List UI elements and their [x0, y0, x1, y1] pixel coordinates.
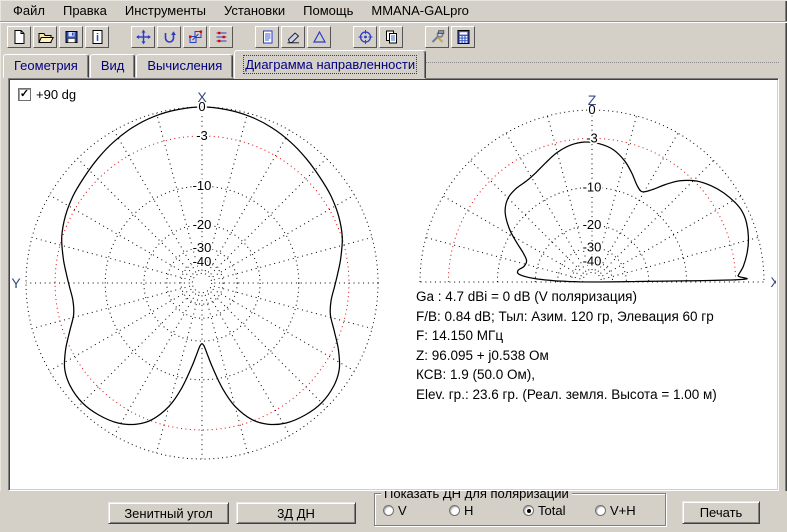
info-frequency: F: 14.150 МГц	[416, 326, 776, 346]
radio-v-circle[interactable]	[383, 505, 394, 516]
ring-db-label: -20	[193, 217, 212, 232]
info-fb-ratio: F/B: 0.84 dB; Тыл: Азим. 120 гр, Элеваци…	[416, 307, 776, 327]
menu-tools[interactable]: Инструменты	[116, 1, 215, 20]
print-button[interactable]: Печать	[682, 501, 760, 524]
new-file-button[interactable]	[7, 26, 31, 48]
copy-icon	[383, 29, 400, 45]
plus90-checkbox-label: +90 dg	[36, 87, 76, 102]
target-icon	[357, 29, 374, 45]
axis-label-top: Z	[588, 92, 597, 108]
ring-db-label: -30	[193, 240, 212, 255]
tab-calculations[interactable]: Вычисления	[136, 54, 233, 78]
center-target-button[interactable]	[353, 26, 377, 48]
resize-button[interactable]	[183, 26, 207, 48]
footer-bar: Зенитный угол 3Д ДН Показать ДН для поля…	[0, 491, 787, 532]
menu-file[interactable]: Файл	[4, 1, 54, 20]
toolbar: i	[0, 24, 787, 50]
save-floppy-icon	[63, 29, 80, 45]
pattern-panel: 0-3-10-20-30-40XY0-3-10-20-30-40ZX ✓ +90…	[8, 78, 779, 491]
rotate-icon	[161, 29, 178, 45]
triangle-button[interactable]	[307, 26, 331, 48]
menu-bar: Файл Правка Инструменты Установки Помощь…	[0, 0, 787, 21]
view-document-button[interactable]	[255, 26, 279, 48]
ring-db-label: -3	[196, 128, 208, 143]
new-file-icon	[11, 29, 28, 45]
move-button[interactable]	[131, 26, 155, 48]
menu-separator	[0, 21, 787, 23]
radio-total-circle[interactable]	[523, 505, 534, 516]
menu-help[interactable]: Помощь	[294, 1, 362, 20]
wire-edit-button[interactable]	[209, 26, 233, 48]
menu-mmana-galpro[interactable]: MMANA-GALpro	[362, 1, 478, 20]
ring-db-label: -20	[583, 217, 602, 232]
info-button[interactable]: i	[85, 26, 109, 48]
result-info-block: Ga : 4.7 dBi = 0 dB (V поляризация) F/B:…	[416, 287, 776, 404]
pattern-curve	[505, 142, 748, 282]
tab-view[interactable]: Вид	[90, 54, 136, 78]
axis-label-left: Y	[11, 275, 21, 291]
move-arrows-icon	[135, 29, 152, 45]
ring-db-label: -10	[193, 178, 212, 193]
tools-icon	[429, 29, 446, 45]
calculate-button[interactable]	[451, 26, 475, 48]
tab-radiation-pattern[interactable]: Диаграмма направленности	[234, 50, 426, 79]
info-icon: i	[89, 29, 106, 45]
tab-strip: Геометрия Вид Вычисления Диаграмма напра…	[3, 49, 427, 78]
copy-button[interactable]	[379, 26, 403, 48]
triangle-icon	[311, 29, 328, 45]
radiation-pattern-plots: 0-3-10-20-30-40XY0-3-10-20-30-40ZX	[11, 81, 776, 488]
document-icon	[259, 29, 276, 45]
ring-db-label: -3	[586, 130, 598, 145]
radio-vh-circle[interactable]	[595, 505, 606, 516]
info-impedance: Z: 96.095 + j0.538 Ом	[416, 346, 776, 366]
plus90-checkbox-row: ✓ +90 dg	[18, 87, 76, 102]
azimuth-pattern: 0-3-10-20-30-40XY	[11, 89, 378, 459]
3d-pattern-button[interactable]: 3Д ДН	[236, 502, 356, 524]
radio-h-circle[interactable]	[449, 505, 460, 516]
plus90-checkbox[interactable]: ✓	[18, 88, 31, 101]
wire-list-icon	[213, 29, 230, 45]
radio-polarization-v[interactable]: V	[383, 503, 407, 518]
ring-db-label: -40	[583, 253, 602, 268]
resize-icon	[187, 29, 204, 45]
tab-strip-edge	[424, 62, 779, 63]
ring-db-label: -10	[583, 179, 602, 194]
zenith-angle-button[interactable]: Зенитный угол	[108, 502, 229, 524]
open-file-button[interactable]	[33, 26, 57, 48]
erase-button[interactable]	[281, 26, 305, 48]
axis-label-top: X	[197, 89, 207, 105]
rotate-button[interactable]	[157, 26, 181, 48]
ring-db-label: -40	[193, 254, 212, 269]
menu-setup[interactable]: Установки	[215, 1, 294, 20]
open-folder-icon	[37, 29, 54, 45]
info-swr: КСВ: 1.9 (50.0 Ом),	[416, 365, 776, 385]
radio-polarization-total[interactable]: Total	[523, 503, 565, 518]
radio-polarization-vh[interactable]: V+H	[595, 503, 636, 518]
menu-edit[interactable]: Правка	[54, 1, 116, 20]
elevation-pattern: 0-3-10-20-30-40ZX	[420, 92, 776, 290]
tab-geometry[interactable]: Геометрия	[3, 54, 89, 78]
mmana-gal-window: Файл Правка Инструменты Установки Помощь…	[0, 0, 787, 532]
ring-db-label: -30	[583, 240, 602, 255]
svg-text:i: i	[95, 32, 98, 44]
eraser-icon	[285, 29, 302, 45]
tools-button[interactable]	[425, 26, 449, 48]
info-gain: Ga : 4.7 dBi = 0 dB (V поляризация)	[416, 287, 776, 307]
calculator-icon	[455, 29, 472, 45]
save-file-button[interactable]	[59, 26, 83, 48]
radio-polarization-h[interactable]: H	[449, 503, 473, 518]
polarization-groupbox: Показать ДН для поляризации V H Total V+…	[374, 493, 666, 526]
info-elevation: Elev. гр.: 23.6 гр. (Реал. земля. Высота…	[416, 385, 776, 405]
